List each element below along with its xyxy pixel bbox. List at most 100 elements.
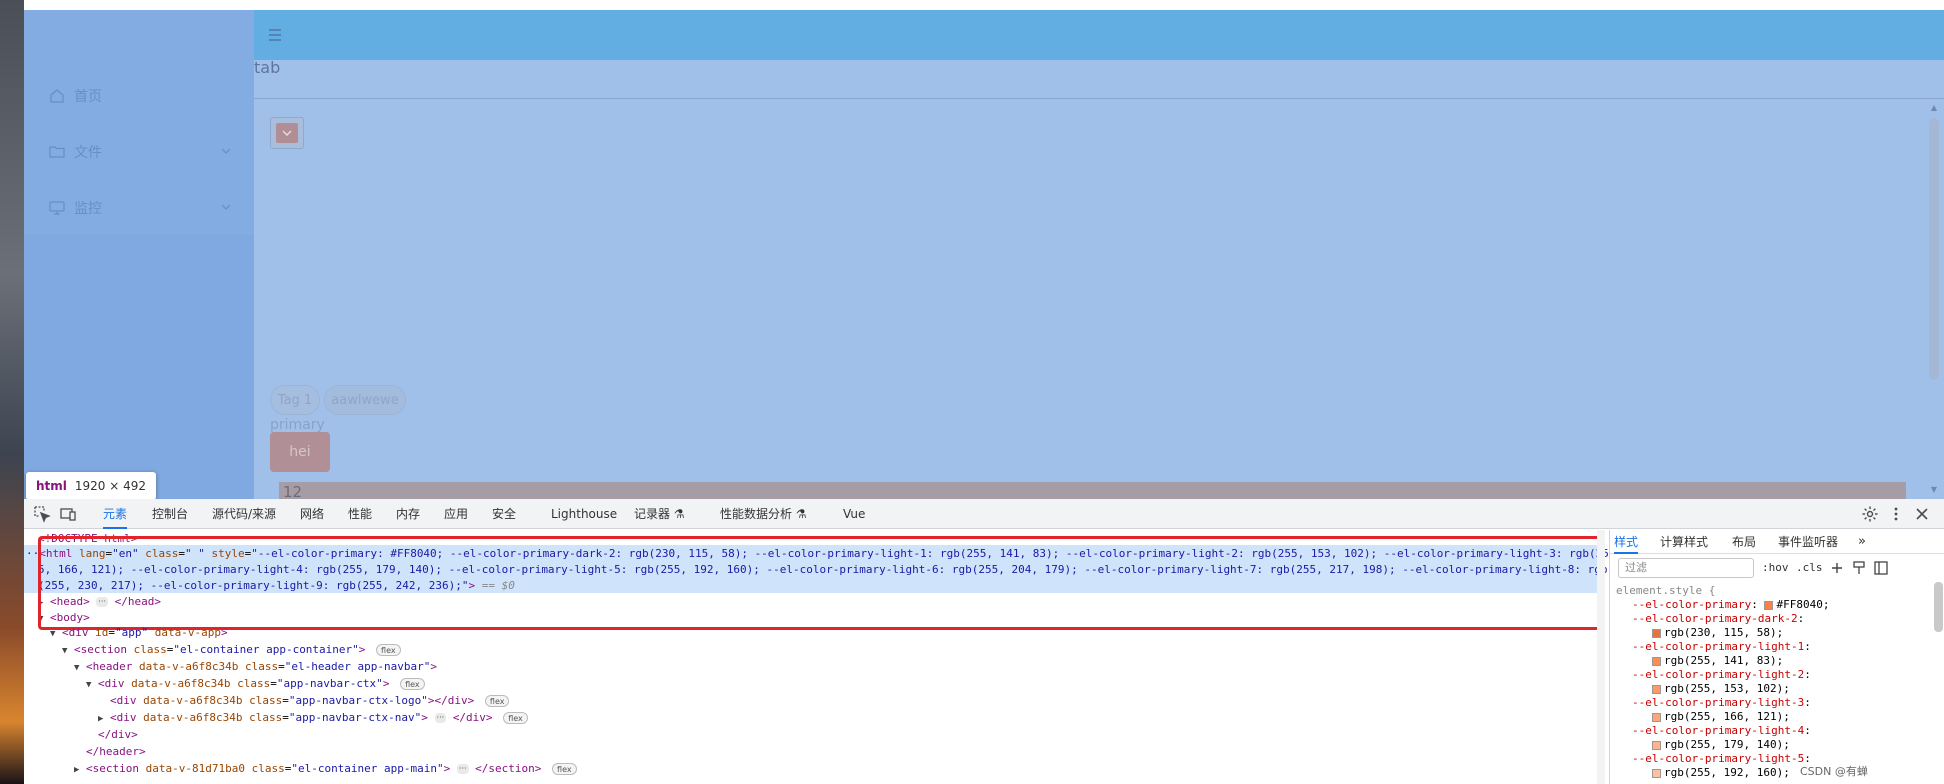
tab-security[interactable]: 安全 <box>492 499 516 529</box>
collapse-triangle-icon[interactable]: ▼ <box>62 644 74 659</box>
styles-scrollbar-thumb[interactable] <box>1934 582 1943 632</box>
flex-badge[interactable]: flex <box>484 695 510 707</box>
expand-triangle-icon[interactable]: ▶ <box>74 763 86 778</box>
ctx-class: "app-navbar-ctx" <box>276 677 383 690</box>
plus-icon[interactable] <box>1828 559 1846 577</box>
css-prop-name: --el-color-primary-light-2 <box>1632 668 1805 681</box>
hov-toggle[interactable]: :hov <box>1762 558 1789 578</box>
tab-computed[interactable]: 计算样式 <box>1660 530 1708 554</box>
expand-triangle-icon[interactable]: ▶ <box>98 712 110 727</box>
section-main-class: "el-container app-main" <box>291 762 444 775</box>
tab-memory[interactable]: 内存 <box>396 499 420 529</box>
screen: 首页 文件 监控 <box>0 0 1944 784</box>
close-icon[interactable] <box>1912 504 1932 524</box>
dropdown-select[interactable] <box>270 117 304 149</box>
tab-sources[interactable]: 源代码/来源 <box>212 499 276 529</box>
tab-styles[interactable]: 样式 <box>1614 530 1639 554</box>
more-options-icon[interactable] <box>1886 504 1906 524</box>
number-bar: 12 <box>279 482 1906 499</box>
dom-node-navbar-ctx[interactable]: ▼ <div data-v-a6f8c34b class="app-navbar-… <box>86 676 425 691</box>
color-swatch[interactable] <box>1652 712 1661 722</box>
settings-gear-icon[interactable] <box>1860 504 1880 524</box>
styles-pane: 样式 计算样式 布局 事件监听器 » 过滤 :hov .cls element.… <box>1609 530 1944 784</box>
device-toolbar-icon[interactable] <box>58 504 78 524</box>
dom-node-header-close[interactable]: </header> <box>86 744 146 759</box>
flex-badge[interactable]: flex <box>376 644 401 656</box>
style-prop-value[interactable]: rgb(255, 141, 83); <box>1652 654 1783 668</box>
dom-node-navbar-nav[interactable]: ▶ <div data-v-a6f8c34b class="app-navbar-… <box>98 710 528 725</box>
scrollbar-thumb[interactable] <box>1929 118 1939 380</box>
color-swatch[interactable] <box>1764 600 1774 610</box>
elements-dom-tree: <!DOCTYPE html> ··<html lang="en" class=… <box>24 530 1609 784</box>
tag-item[interactable]: Tag 1 <box>270 385 320 415</box>
dom-scrollbar[interactable] <box>1597 530 1605 784</box>
tab-layout[interactable]: 布局 <box>1732 530 1756 554</box>
tab-application[interactable]: 应用 <box>444 499 468 529</box>
tab-vue[interactable]: Vue <box>843 499 865 529</box>
style-prop-name[interactable]: --el-color-primary-light-4: <box>1632 724 1811 738</box>
color-swatch[interactable] <box>1652 656 1661 666</box>
collapse-triangle-icon[interactable]: ▼ <box>74 661 86 676</box>
color-swatch[interactable] <box>1652 768 1661 778</box>
tab-performance-insights[interactable]: 性能数据分析 ⚗ <box>720 499 807 529</box>
style-prop-name[interactable]: --el-color-primary-light-2: <box>1632 668 1811 682</box>
app-viewport: 首页 文件 监控 <box>24 0 1944 499</box>
style-prop-value[interactable]: rgb(255, 153, 102); <box>1652 682 1790 696</box>
dom-node-app[interactable]: ▼ <div id="app" data-v-app> <box>50 625 228 640</box>
css-prop-name: --el-color-primary-light-1 <box>1632 640 1805 653</box>
dom-node-section-container[interactable]: ▼ <section class="el-container app-contai… <box>62 642 401 657</box>
css-prop-value: rgb(255, 141, 83); <box>1664 654 1784 667</box>
color-swatch[interactable] <box>1652 628 1661 638</box>
tab-elements[interactable]: 元素 <box>103 499 128 529</box>
scroll-down-icon[interactable]: ▼ <box>1929 485 1939 495</box>
tag-item[interactable]: aawlwewe <box>324 385 406 415</box>
hei-button[interactable]: hei <box>270 432 330 472</box>
sidebar-toggle-icon[interactable] <box>1872 559 1890 577</box>
style-prop-primary[interactable]: --el-color-primary: #FF8040; <box>1632 598 1829 612</box>
cls-toggle[interactable]: .cls <box>1796 558 1823 578</box>
nav-class: "app-navbar-ctx-nav" <box>288 711 422 724</box>
collapse-triangle-icon[interactable]: ▼ <box>50 627 62 642</box>
chevron-down-icon <box>282 130 292 136</box>
style-prop-name[interactable]: --el-color-primary-light-3: <box>1632 696 1811 710</box>
dropdown-trigger[interactable] <box>276 123 298 143</box>
css-prop-name: --el-color-primary-light-5 <box>1632 752 1805 765</box>
style-prop-name[interactable]: --el-color-primary-dark-2: <box>1632 612 1804 626</box>
dom-node-div-close[interactable]: </div> <box>98 727 138 742</box>
tab-event-listeners[interactable]: 事件监听器 <box>1778 530 1838 554</box>
styles-filter-input[interactable]: 过滤 <box>1618 558 1754 578</box>
devtools-toolbar: 元素 控制台 源代码/来源 网络 性能 内存 应用 安全 Lighthouse … <box>24 499 1944 529</box>
dom-node-section-main[interactable]: ▶ <section data-v-81d71ba0 class="el-cont… <box>74 761 577 776</box>
css-prop-value: rgb(230, 115, 58); <box>1664 626 1784 639</box>
tooltip-tag-name: html <box>36 479 67 493</box>
style-prop-name[interactable]: --el-color-primary-light-1: <box>1632 640 1811 654</box>
flex-badge[interactable]: flex <box>552 763 577 775</box>
style-prop-value[interactable]: rgb(255, 179, 140); <box>1652 738 1790 752</box>
flex-badge[interactable]: flex <box>503 712 528 724</box>
more-tabs-chevron-icon[interactable]: » <box>1858 530 1866 554</box>
devtools-panel: 元素 控制台 源代码/来源 网络 性能 内存 应用 安全 Lighthouse … <box>24 499 1944 784</box>
color-swatch[interactable] <box>1652 740 1661 750</box>
collapsed-ellipsis-icon[interactable]: ··· <box>456 764 469 774</box>
style-prop-name[interactable]: --el-color-primary-light-5: <box>1632 752 1811 766</box>
element-picker-icon[interactable] <box>32 504 52 524</box>
tab-recorder[interactable]: 记录器 ⚗ <box>634 499 685 529</box>
tab-lighthouse[interactable]: Lighthouse <box>551 499 617 529</box>
tab-network[interactable]: 网络 <box>300 499 324 529</box>
header-attr: data-v-a6f8c34b <box>138 660 239 673</box>
dom-node-navbar-logo[interactable]: <div data-v-a6f8c34b class="app-navbar-c… <box>110 693 510 708</box>
style-prop-value[interactable]: rgb(255, 192, 160); <box>1652 766 1790 780</box>
section-class: "el-container app-container" <box>173 643 359 656</box>
scroll-up-icon[interactable]: ▲ <box>1929 103 1939 113</box>
tab-console[interactable]: 控制台 <box>152 499 188 529</box>
color-swatch[interactable] <box>1652 684 1661 694</box>
flex-badge[interactable]: flex <box>400 678 425 690</box>
tab-performance[interactable]: 性能 <box>348 499 372 529</box>
annotation-red-box <box>38 536 1601 630</box>
paint-brush-icon[interactable] <box>1850 559 1868 577</box>
collapse-triangle-icon[interactable]: ▼ <box>86 678 98 693</box>
collapsed-ellipsis-icon[interactable]: ··· <box>434 713 447 723</box>
style-prop-value[interactable]: rgb(230, 115, 58); <box>1652 626 1783 640</box>
dom-node-header[interactable]: ▼ <header data-v-a6f8c34b class="el-heade… <box>74 659 437 674</box>
style-prop-value[interactable]: rgb(255, 166, 121); <box>1652 710 1790 724</box>
